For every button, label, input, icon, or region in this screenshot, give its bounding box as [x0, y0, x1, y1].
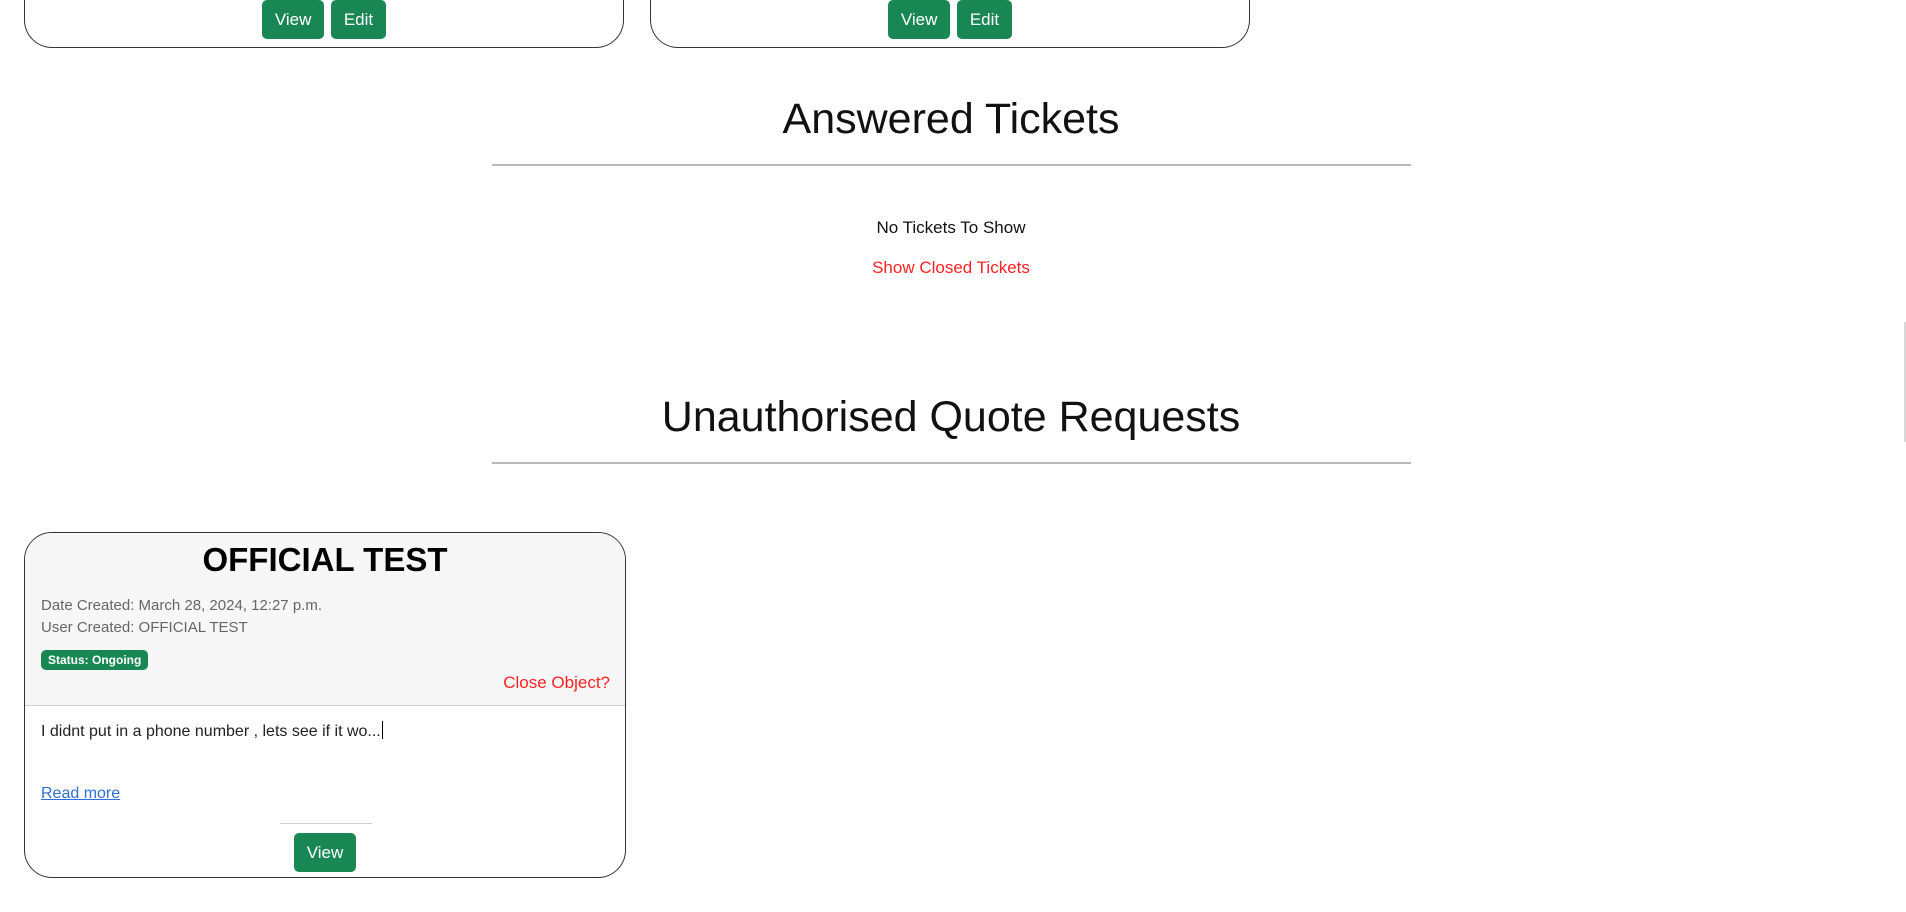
section-divider [492, 164, 1411, 166]
show-closed-tickets-link[interactable]: Show Closed Tickets [0, 258, 1902, 278]
ticket-card: View Edit [24, 0, 624, 48]
user-created: User Created: OFFICIAL TEST [41, 619, 248, 636]
view-button[interactable]: View [887, 0, 951, 39]
card-header: OFFICIAL TEST Date Created: March 28, 20… [25, 533, 625, 706]
read-more-link[interactable]: Read more [41, 785, 120, 803]
section-divider [492, 462, 1411, 464]
status-badge: Status: Ongoing [41, 650, 149, 670]
ticket-card: View Edit [650, 0, 1250, 48]
card-actions: View [25, 833, 625, 872]
view-button[interactable]: View [293, 833, 357, 872]
excerpt-text: I didnt put in a phone number , lets see… [41, 723, 381, 740]
quote-request-card: OFFICIAL TEST Date Created: March 28, 20… [24, 532, 626, 878]
answered-tickets-heading: Answered Tickets [782, 95, 1120, 143]
card-actions: View Edit [651, 0, 1249, 39]
empty-tickets-message: No Tickets To Show [876, 218, 1026, 237]
edit-button[interactable]: Edit [956, 0, 1013, 39]
date-created: Date Created: March 28, 2024, 12:27 p.m. [41, 597, 322, 614]
request-excerpt: I didnt put in a phone number , lets see… [41, 721, 383, 741]
unauthorised-quotes-heading: Unauthorised Quote Requests [661, 393, 1241, 441]
edit-button[interactable]: Edit [330, 0, 387, 39]
card-actions: View Edit [25, 0, 623, 39]
card-divider [280, 823, 372, 824]
card-title: OFFICIAL TEST [202, 541, 448, 578]
view-button[interactable]: View [261, 0, 325, 39]
close-object-link[interactable]: Close Object? [503, 673, 610, 693]
text-cursor [381, 721, 383, 739]
